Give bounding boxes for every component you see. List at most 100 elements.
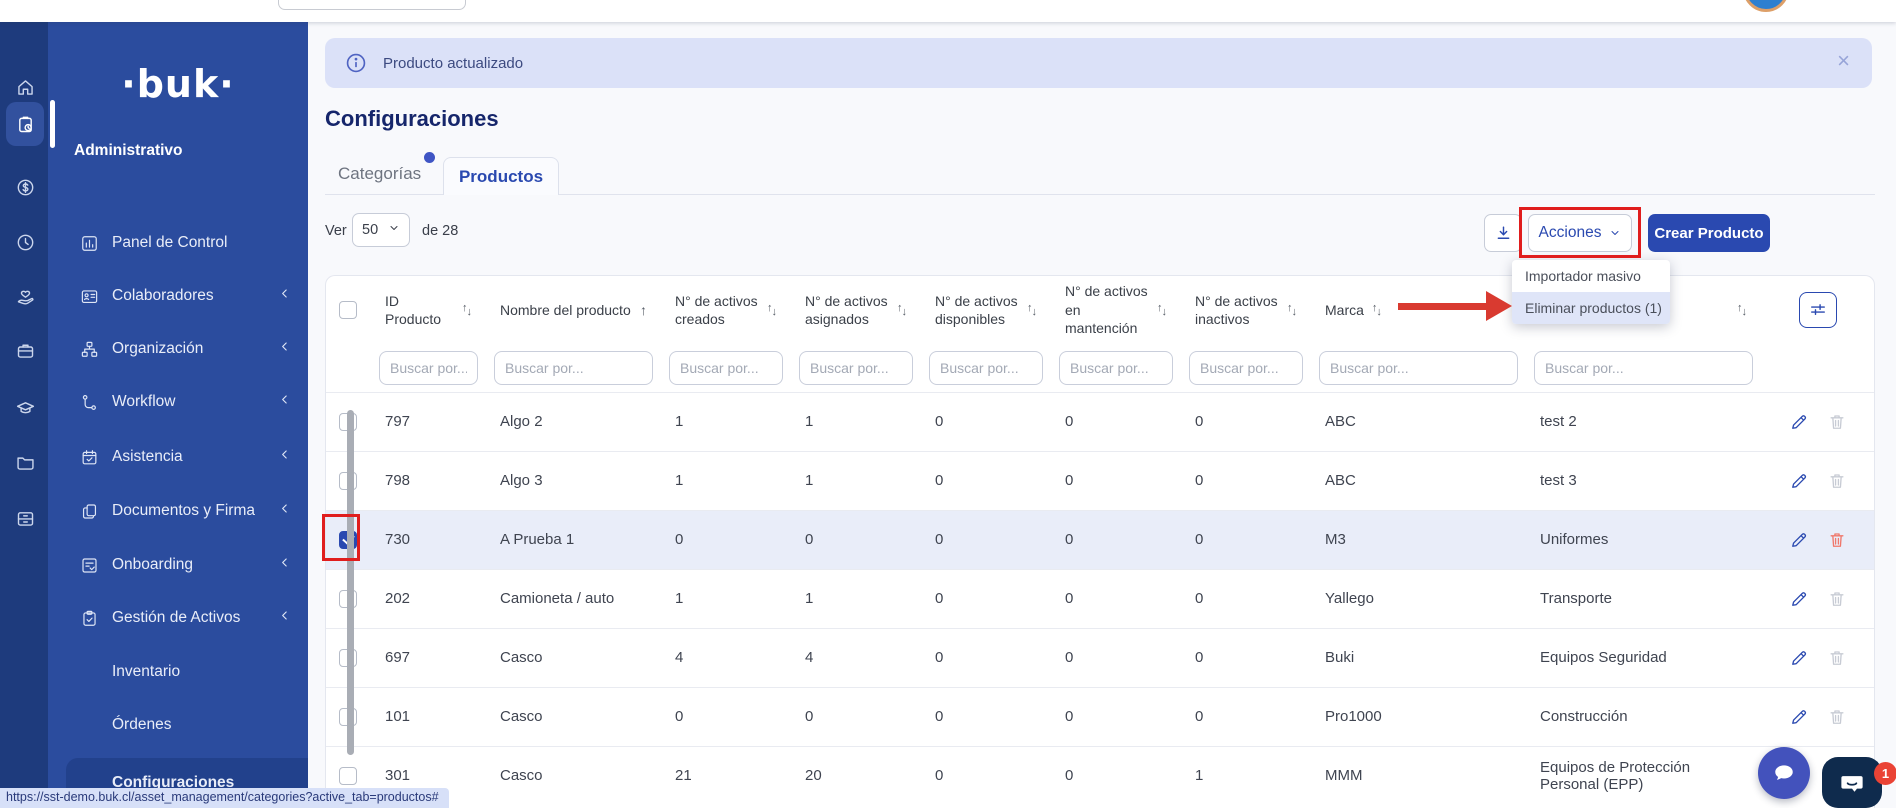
sort-icon[interactable]: ↑↓ xyxy=(897,305,907,316)
sidebar-scrollbar[interactable] xyxy=(347,410,354,755)
chevron-left-icon xyxy=(278,448,292,462)
delete-button[interactable] xyxy=(1827,412,1847,432)
rail-item-hand-heart[interactable] xyxy=(6,277,44,317)
table-row[interactable]: 797Algo 211000ABCtest 2 xyxy=(326,392,1874,451)
tab-productos[interactable]: Productos xyxy=(443,157,559,195)
delete-button[interactable] xyxy=(1827,530,1847,550)
menu-item-importador-masivo[interactable]: Importador masivo xyxy=(1512,260,1670,292)
sidebar-item-workflow[interactable]: Workflow xyxy=(48,384,308,420)
filter-input-8[interactable] xyxy=(1534,351,1753,385)
rail-item-coin[interactable] xyxy=(6,167,44,207)
edit-button[interactable] xyxy=(1789,589,1809,609)
delete-button[interactable] xyxy=(1827,648,1847,668)
filter-input-6[interactable] xyxy=(1189,351,1303,385)
chevron-left-icon xyxy=(278,287,292,301)
sidebar-item-onboarding[interactable]: Onboarding xyxy=(48,547,308,583)
cell-id: 697 xyxy=(371,628,486,687)
delete-button[interactable] xyxy=(1827,707,1847,727)
column-header-label: N° de activos en mantención xyxy=(1065,282,1151,337)
filter-input-2[interactable] xyxy=(669,351,783,385)
cell-id: 730 xyxy=(371,510,486,569)
sort-asc-icon[interactable]: ↑ xyxy=(640,301,647,319)
cell-mantencion: 0 xyxy=(1051,392,1181,451)
filter-input-3[interactable] xyxy=(799,351,913,385)
sidebar-item-colaboradores[interactable]: Colaboradores xyxy=(48,278,308,314)
filter-input-0[interactable] xyxy=(379,351,478,385)
annotation-arrow-head xyxy=(1486,291,1512,321)
cell-mantencion: 0 xyxy=(1051,628,1181,687)
cell-creados: 4 xyxy=(661,628,791,687)
menu-item-eliminar-productos-1-[interactable]: Eliminar productos (1) xyxy=(1512,292,1670,324)
panel-icon xyxy=(80,234,99,253)
filter-row xyxy=(326,344,1874,392)
edit-button[interactable] xyxy=(1789,471,1809,491)
chevron-left-icon xyxy=(278,609,292,623)
edit-button[interactable] xyxy=(1789,412,1809,432)
delete-button[interactable] xyxy=(1827,471,1847,491)
close-icon[interactable]: × xyxy=(1837,48,1850,74)
documents-icon xyxy=(80,502,99,521)
sidebar-item-panel-de-control[interactable]: Panel de Control xyxy=(48,225,308,261)
cell-marca: Yallego xyxy=(1311,569,1526,628)
edit-button[interactable] xyxy=(1789,648,1809,668)
filter-input-1[interactable] xyxy=(494,351,653,385)
rail-item-graduation-cap[interactable] xyxy=(6,388,44,428)
edit-button[interactable] xyxy=(1789,530,1809,550)
select-all-checkbox[interactable] xyxy=(339,301,357,319)
column-header: N° de activos en mantención ↑↓ xyxy=(1051,276,1181,344)
sidebar-item-organizaci-n[interactable]: Organización xyxy=(48,331,308,367)
sidebar-item-gesti-n-de-activos[interactable]: Gestión de Activos xyxy=(48,600,308,636)
cell-mantencion: 0 xyxy=(1051,687,1181,746)
sidebar-item-documentos-y-firma[interactable]: Documentos y Firma xyxy=(48,493,308,529)
sort-icon[interactable]: ↑↓ xyxy=(1157,305,1167,316)
delete-button[interactable] xyxy=(1827,589,1847,609)
acciones-dropdown-menu: Importador masivoEliminar productos (1) xyxy=(1512,260,1670,324)
sort-icon[interactable]: ↑↓ xyxy=(1372,305,1382,316)
tab-categorias[interactable]: Categorías xyxy=(338,164,421,184)
cell-nombre: Algo 3 xyxy=(486,451,661,510)
browser-fragment xyxy=(278,0,466,10)
filter-input-7[interactable] xyxy=(1319,351,1518,385)
sidebar-subitem--rdenes[interactable]: Órdenes xyxy=(48,706,308,744)
rail-item-clipboard-clock[interactable] xyxy=(6,102,44,146)
sort-icon[interactable]: ↑↓ xyxy=(1027,305,1037,316)
table-row[interactable]: 101Casco00000Pro1000Construcción xyxy=(326,687,1874,746)
sort-icon[interactable]: ↑↓ xyxy=(1737,305,1747,316)
crear-producto-button[interactable]: Crear Producto xyxy=(1648,214,1770,252)
download-button[interactable] xyxy=(1484,214,1522,252)
column-header: ID Producto↑↓ xyxy=(371,276,486,344)
chat-widget-button[interactable] xyxy=(1822,757,1882,808)
rail-item-clock[interactable] xyxy=(6,222,44,262)
chat-bubble-button[interactable] xyxy=(1758,747,1810,799)
browser-top-bar xyxy=(0,0,1896,22)
cell-nombre: A Prueba 1 xyxy=(486,510,661,569)
acciones-button[interactable]: Acciones xyxy=(1528,214,1632,252)
trash-icon xyxy=(1827,471,1847,491)
filter-input-5[interactable] xyxy=(1059,351,1173,385)
sort-icon[interactable]: ↑↓ xyxy=(767,305,777,316)
rail-item-drawer[interactable] xyxy=(6,498,44,538)
column-settings-button[interactable] xyxy=(1799,292,1837,328)
rail-item-folder[interactable] xyxy=(6,442,44,482)
cell-inactivos: 0 xyxy=(1181,510,1311,569)
chevron-left-icon xyxy=(278,393,292,407)
rail-item-home[interactable] xyxy=(6,67,44,107)
briefcase-icon xyxy=(15,340,36,361)
page-size-select[interactable]: 50 xyxy=(352,213,410,247)
pencil-icon xyxy=(1789,471,1809,491)
cell-disponibles: 0 xyxy=(921,451,1051,510)
rail-item-briefcase[interactable] xyxy=(6,330,44,370)
table-row[interactable]: 798Algo 311000ABCtest 3 xyxy=(326,451,1874,510)
sidebar-item-asistencia[interactable]: Asistencia xyxy=(48,439,308,475)
table-row[interactable]: 697Casco44000BukiEquipos Seguridad xyxy=(326,628,1874,687)
sort-icon[interactable]: ↑↓ xyxy=(1287,305,1297,316)
edit-button[interactable] xyxy=(1789,707,1809,727)
cell-categoria: Equipos de Protección Personal (EPP) xyxy=(1526,746,1761,805)
table-row[interactable]: 301Casco2120001MMMEquipos de Protección … xyxy=(326,746,1874,805)
row-checkbox[interactable] xyxy=(339,767,357,785)
sidebar-subitem-inventario[interactable]: Inventario xyxy=(48,653,308,691)
filter-input-4[interactable] xyxy=(929,351,1043,385)
table-row[interactable]: 202Camioneta / auto11000YallegoTransport… xyxy=(326,569,1874,628)
sort-icon[interactable]: ↑↓ xyxy=(462,305,472,316)
table-row[interactable]: 730A Prueba 100000M3Uniformes xyxy=(326,510,1874,569)
